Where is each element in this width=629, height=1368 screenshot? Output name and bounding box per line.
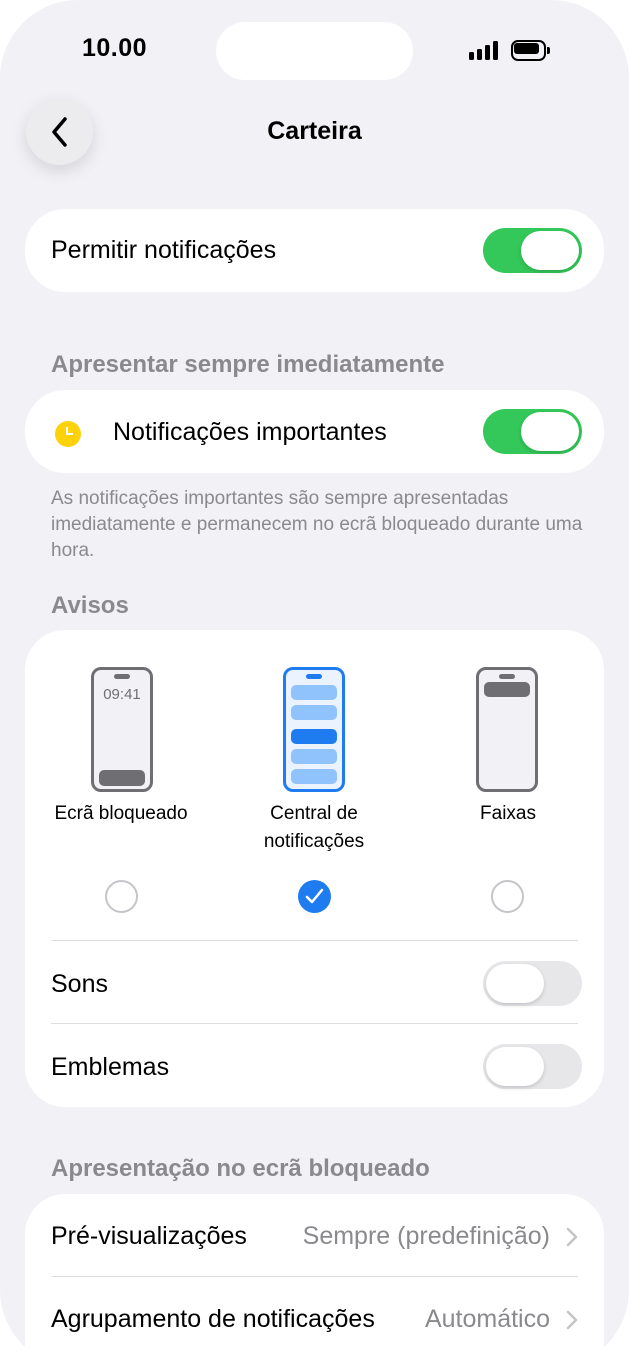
alerts-section-header: Avisos [51,592,129,619]
important-notifications-label: Notificações importantes [113,418,387,446]
grouping-label[interactable]: Agrupamento de notificações [51,1305,375,1334]
important-notifications-footnote: As notificações importantes são sempre a… [51,488,583,561]
chevron-right-icon [566,1310,578,1330]
banner-style-preview[interactable] [476,667,538,792]
badges-label: Emblemas [51,1053,170,1081]
allow-notifications-toggle[interactable] [483,228,582,273]
settings-screen: 10.00 Carteira Permitir notificações Apr… [0,0,629,1368]
previews-label[interactable]: Pré-visualizações [51,1222,247,1251]
divider [51,1023,578,1024]
lock-screen-card [25,1194,604,1368]
clock-icon [55,421,81,447]
notification-center-style-radio[interactable] [298,880,331,913]
divider [51,1276,578,1277]
notification-center-style-label: Central de notificações [263,803,365,852]
cellular-signal-icon [469,40,501,60]
lock-screen-style-preview[interactable]: 09:41 [91,667,153,792]
lock-screen-style-radio[interactable] [105,880,138,913]
chevron-right-icon [566,1227,578,1247]
status-time: 10.00 [82,34,148,62]
grouping-value[interactable]: Automático [400,1305,550,1334]
notification-center-style-preview[interactable] [283,667,345,792]
important-notifications-toggle[interactable] [483,409,582,454]
dynamic-island [216,22,413,80]
allow-notifications-label: Permitir notificações [51,236,277,264]
sounds-label: Sons [51,970,108,998]
previews-value[interactable]: Sempre (predefinição) [270,1222,550,1251]
important-notifications-card: Notificações importantes [25,390,604,473]
sounds-toggle[interactable] [483,961,582,1006]
divider [51,940,578,941]
banner-style-label: Faixas [480,803,536,824]
battery-icon [511,40,551,61]
lock-screen-section-header: Apresentação no ecrã bloqueado [51,1155,430,1182]
allow-notifications-card: Permitir notificações [25,209,604,292]
banner-style-radio[interactable] [491,880,524,913]
page-title: Carteira [267,117,362,145]
lock-screen-preview-time: 09:41 [103,686,141,703]
immediate-section-header: Apresentar sempre imediatamente [51,351,445,378]
lock-screen-style-label: Ecrã bloqueado [54,803,188,824]
badges-toggle[interactable] [483,1044,582,1089]
checkmark-icon [305,888,324,904]
